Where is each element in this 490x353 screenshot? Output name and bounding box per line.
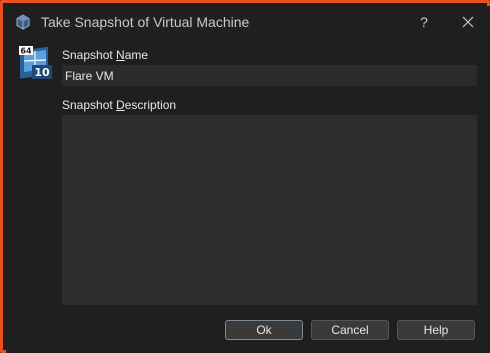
snapshot-name-label-pre: Snapshot: [62, 48, 117, 62]
ok-button[interactable]: Ok: [225, 320, 303, 340]
snapshot-description-label-pre: Snapshot: [62, 98, 117, 112]
dialog-content: 64 10 Snapshot Name Snapshot Description…: [6, 38, 490, 353]
dialog-window: Take Snapshot of Virtual Machine ? 64 10…: [0, 0, 490, 353]
vm-os-badge-icon: 64 10: [19, 46, 52, 79]
close-button[interactable]: [448, 10, 488, 34]
context-help-button[interactable]: ?: [404, 10, 444, 34]
help-button[interactable]: Help: [397, 320, 475, 340]
snapshot-name-input[interactable]: [62, 65, 477, 86]
virtualbox-cube-icon: [16, 14, 30, 30]
snapshot-description-label: Snapshot Description: [62, 98, 176, 112]
os-version-text: 10: [34, 66, 50, 79]
title-bar[interactable]: Take Snapshot of Virtual Machine ?: [6, 6, 490, 38]
snapshot-description-label-mnemonic: D: [116, 98, 125, 112]
arch-badge-text: 64: [20, 47, 32, 56]
close-icon: [462, 16, 474, 28]
snapshot-name-label: Snapshot Name: [62, 48, 148, 62]
snapshot-description-label-post: escription: [124, 98, 177, 112]
snapshot-name-label-post: ame: [124, 48, 149, 62]
cancel-button[interactable]: Cancel: [311, 320, 389, 340]
snapshot-description-input[interactable]: [62, 115, 477, 305]
snapshot-name-label-mnemonic: N: [116, 48, 125, 62]
window-title: Take Snapshot of Virtual Machine: [41, 14, 250, 30]
